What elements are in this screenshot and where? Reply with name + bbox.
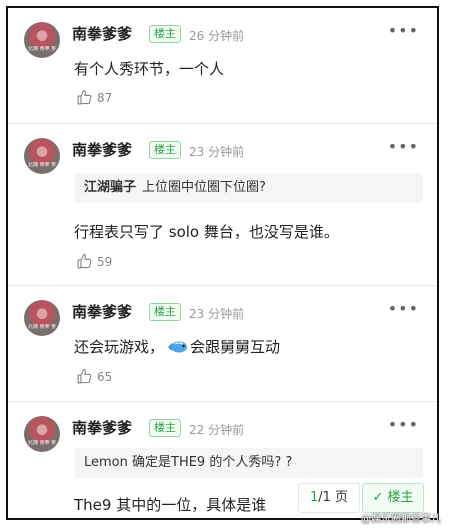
avatar-watermark: 北魏 南拳 爹 [28, 46, 56, 52]
like-count: 65 [97, 369, 113, 384]
comment-text: The9 其中的一位，具体是谁 [74, 496, 267, 514]
thumbs-up-icon [77, 253, 92, 269]
quoted-username: 江湖骗子 [84, 180, 137, 195]
quoted-reply[interactable]: Lemon 确定是THE9 的个人秀吗? ? [74, 448, 423, 478]
total-pages: /1 页 [318, 490, 349, 505]
fish-emoji-icon [168, 341, 188, 353]
username[interactable]: 南拳爹爹 [72, 139, 132, 160]
comment-item: 北魏 南拳 爹 南拳爹爹 楼主 23 分钟前 ••• 江湖骗子 上位圈中位圈下位圈… [8, 124, 437, 285]
quoted-reply[interactable]: 江湖骗子 上位圈中位圈下位圈? [74, 173, 423, 203]
current-page: 1 [309, 490, 319, 505]
owner-badge: 楼主 [149, 25, 181, 43]
comment-text: 还会玩游戏， 会跟舅舅互动 [74, 336, 280, 357]
comment-text-part: 还会玩游戏， [74, 338, 165, 356]
thumbs-up-icon [77, 368, 92, 384]
comment-item: 北魏 南拳 爹 南拳爹爹 楼主 26 分钟前 ••• 有个人秀环节，一个人 87 [8, 8, 437, 123]
avatar-watermark: 北魏 南拳 爹 [28, 440, 56, 446]
avatar[interactable]: 北魏 南拳 爹 [24, 416, 60, 452]
avatar[interactable]: 北魏 南拳 爹 [24, 300, 60, 336]
more-options-icon[interactable]: ••• [388, 23, 419, 39]
timestamp: 23 分钟前 [189, 307, 245, 321]
more-options-icon[interactable]: ••• [388, 301, 419, 317]
timestamp: 23 分钟前 [189, 145, 245, 159]
avatar[interactable]: 北魏 南拳 爹 [24, 22, 60, 58]
comment-thread: 北魏 南拳 爹 南拳爹爹 楼主 26 分钟前 ••• 有个人秀环节，一个人 87… [6, 6, 439, 520]
username[interactable]: 南拳爹爹 [72, 417, 132, 438]
like-button[interactable]: 59 [76, 253, 112, 270]
owner-badge: 楼主 [149, 141, 181, 159]
like-count: 59 [97, 254, 113, 269]
like-button[interactable]: 65 [76, 368, 112, 385]
page-indicator[interactable]: 1/1 页 [298, 483, 360, 513]
quoted-text: Lemon 确定是THE9 的个人秀吗? ? [84, 455, 293, 470]
owner-only-label: 楼主 [387, 490, 414, 505]
quoted-text: 上位圈中位圈下位圈? [142, 180, 266, 195]
comment-text-part: 会跟舅舅互动 [190, 338, 281, 356]
owner-only-button[interactable]: ✓ 楼主 [362, 483, 424, 513]
check-icon: ✓ [372, 490, 384, 505]
comment-text: 行程表只写了 solo 舞台，也没写是谁。 [74, 223, 339, 241]
like-count: 87 [97, 90, 113, 105]
more-options-icon[interactable]: ••• [388, 417, 419, 433]
avatar-watermark: 北魏 南拳 爹 [28, 162, 56, 168]
comment-item: 北魏 南拳 爹 南拳爹爹 楼主 23 分钟前 ••• 还会玩游戏， 会跟舅舅互动 … [8, 286, 437, 401]
timestamp: 22 分钟前 [189, 423, 245, 437]
comment-text: 有个人秀环节，一个人 [74, 60, 225, 78]
watermark: @娱乐圈那些事儿 [361, 514, 441, 525]
more-options-icon[interactable]: ••• [388, 139, 419, 155]
username[interactable]: 南拳爹爹 [72, 301, 132, 322]
owner-badge: 楼主 [149, 303, 181, 321]
avatar-watermark: 北魏 南拳 爹 [28, 324, 56, 330]
like-button[interactable]: 87 [76, 89, 112, 106]
thumbs-up-icon [77, 89, 92, 105]
timestamp: 26 分钟前 [189, 29, 245, 43]
owner-badge: 楼主 [149, 419, 181, 437]
username[interactable]: 南拳爹爹 [72, 23, 132, 44]
avatar[interactable]: 北魏 南拳 爹 [24, 138, 60, 174]
